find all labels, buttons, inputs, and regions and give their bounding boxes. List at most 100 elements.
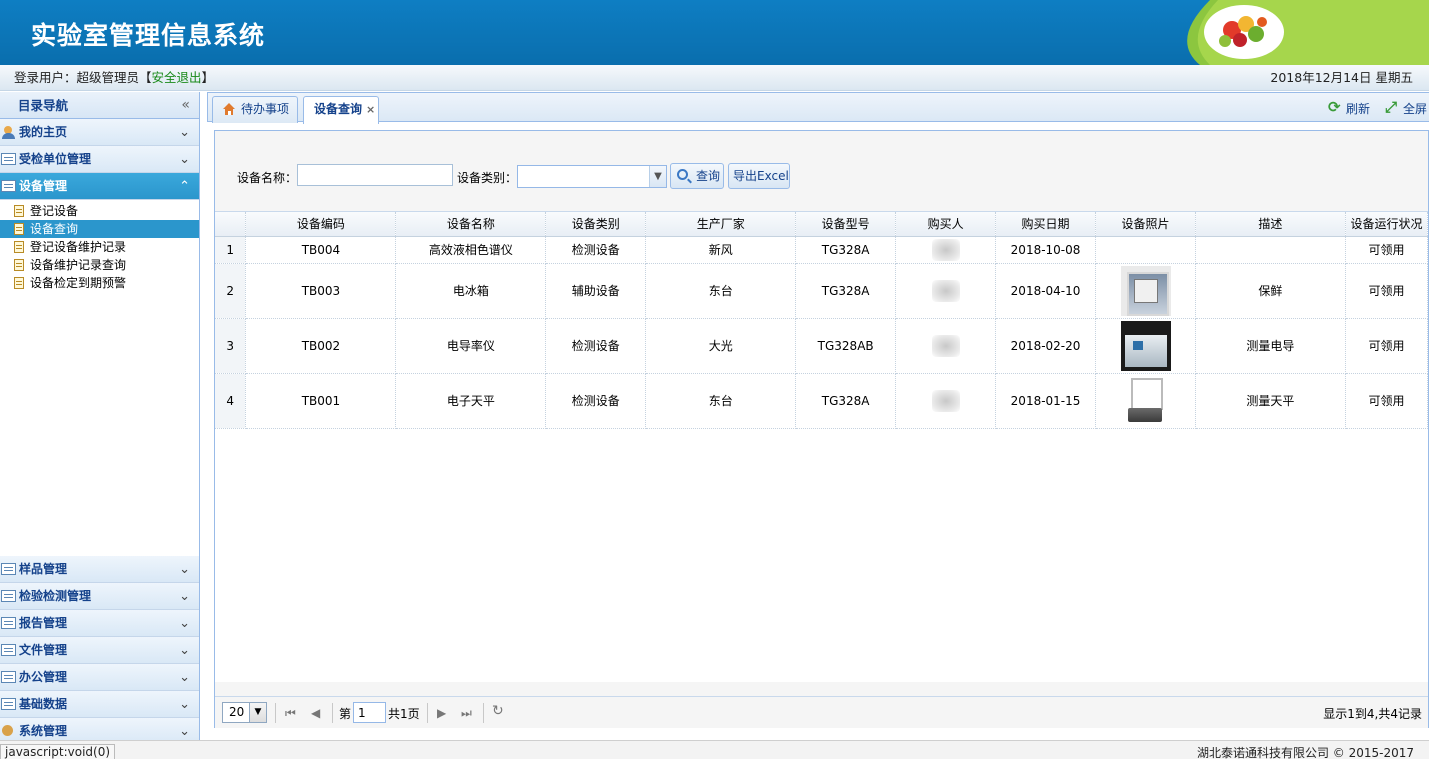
table-row[interactable]: 2 TB003 电冰箱 辅助设备 东台 TG328A 2018-04-10 保鲜… (215, 263, 1428, 319)
row-number: 2 (215, 263, 247, 319)
home-icon (223, 103, 235, 115)
column-header[interactable]: 生产厂家 (645, 212, 797, 237)
column-header[interactable]: 设备名称 (395, 212, 547, 237)
reload-icon[interactable]: ↻ (492, 703, 504, 719)
cell-status: 可领用 (1345, 373, 1428, 429)
chevron-down-icon: ⌄ (179, 589, 190, 604)
page-total: 共1页 (388, 707, 420, 721)
device-grid: 设备编码 设备名称 设备类别 生产厂家 设备型号 购买人 购买日期 设备照片 描… (215, 211, 1428, 682)
column-header[interactable]: 设备类别 (545, 212, 647, 237)
column-header[interactable]: 设备型号 (795, 212, 897, 237)
list-icon (1, 698, 16, 710)
menu-my-home[interactable]: 我的主页 ⌄ (0, 119, 199, 146)
cell-maker: 新风 (645, 236, 797, 264)
refresh-button[interactable]: ⟳ 刷新 (1327, 98, 1370, 117)
document-icon (14, 259, 24, 271)
prev-page-icon[interactable]: ◀ (311, 705, 320, 721)
table-row[interactable]: 3 TB002 电导率仪 检测设备 大光 TG328AB 2018-02-20 … (215, 318, 1428, 374)
table-row[interactable]: 1 TB004 高效液相色谱仪 检测设备 新风 TG328A 2018-10-0… (215, 236, 1428, 264)
cell-photo (1095, 263, 1196, 319)
cell-desc: 保鲜 (1195, 263, 1346, 319)
cell-name: 电冰箱 (395, 263, 547, 319)
last-page-icon[interactable]: ⏭ (461, 705, 472, 721)
pager-separator (332, 703, 333, 723)
menu-basic-data[interactable]: 基础数据 ⌄ (0, 691, 199, 718)
search-button[interactable]: 查询 (670, 163, 724, 189)
document-icon (14, 277, 24, 289)
chevron-down-icon: ⌄ (179, 125, 190, 140)
column-header[interactable]: 描述 (1195, 212, 1346, 237)
conductivity-meter-photo[interactable] (1120, 320, 1171, 371)
menu-sample-management[interactable]: 样品管理 ⌄ (0, 556, 199, 583)
tab-label: 待办事项 (241, 102, 290, 116)
next-page-icon[interactable]: ▶ (437, 705, 446, 721)
page-number-input[interactable] (353, 702, 386, 723)
menu-label: 报告管理 (19, 616, 68, 630)
menu-office-management[interactable]: 办公管理 ⌄ (0, 664, 199, 691)
submenu-register-maintenance[interactable]: 登记设备维护记录 (0, 238, 199, 256)
tab-todo[interactable]: 待办事项 (212, 96, 298, 123)
cell-code: TB001 (245, 373, 397, 429)
cell-desc (1195, 236, 1346, 264)
login-suffix: 】 (201, 70, 215, 85)
column-header[interactable]: 设备运行状况 (1345, 212, 1428, 237)
menu-device-management[interactable]: 设备管理 ⌃ (0, 173, 199, 200)
column-header[interactable]: 设备编码 (245, 212, 397, 237)
device-table: 设备编码 设备名称 设备类别 生产厂家 设备型号 购买人 购买日期 设备照片 描… (215, 212, 1428, 429)
submenu-maintenance-query[interactable]: 设备维护记录查询 (0, 256, 199, 274)
table-row[interactable]: 4 TB001 电子天平 检测设备 东台 TG328A 2018-01-15 测… (215, 373, 1428, 429)
submenu-label: 设备查询 (30, 222, 79, 236)
first-page-icon[interactable]: ⏮ (285, 705, 296, 721)
menu-report-management[interactable]: 报告管理 ⌄ (0, 610, 199, 637)
login-info: 登录用户：超级管理员【安全退出】 (14, 65, 214, 91)
close-icon[interactable]: × (366, 97, 375, 122)
device-name-label: 设备名称： (237, 171, 298, 185)
cell-category: 检测设备 (545, 318, 647, 374)
fullscreen-button[interactable]: ⤢ 全屏 (1385, 98, 1427, 117)
device-type-select[interactable]: ▼ (517, 165, 667, 188)
device-name-input[interactable] (297, 164, 453, 186)
redacted-buyer (931, 389, 960, 412)
chevron-down-icon[interactable]: ▼ (249, 703, 266, 722)
page-size-select[interactable]: 20 ▼ (222, 702, 267, 723)
submenu-label: 登记设备 (30, 204, 79, 218)
refresh-icon: ⟳ (1327, 98, 1341, 116)
redacted-buyer (931, 334, 960, 357)
logout-link[interactable]: 安全退出 (152, 70, 202, 85)
column-header[interactable]: 设备照片 (1095, 212, 1196, 237)
row-number: 1 (215, 236, 247, 264)
chevron-down-icon[interactable]: ▼ (649, 166, 666, 187)
menu-inspected-units[interactable]: 受检单位管理 ⌄ (0, 146, 199, 173)
tab-bar: 待办事项 设备查询 × ⟳ 刷新 ⤢ 全屏 (207, 92, 1429, 124)
tab-label: 设备查询 (314, 102, 363, 116)
cell-buyer (895, 236, 997, 264)
submenu-calibration-warning[interactable]: 设备检定到期预警 (0, 274, 199, 292)
cell-desc: 测量天平 (1195, 373, 1346, 429)
menu-inspection-management[interactable]: 检验检测管理 ⌄ (0, 583, 199, 610)
chevron-up-icon: ⌃ (179, 179, 190, 194)
submenu-register-device[interactable]: 登记设备 (0, 202, 199, 220)
submenu-device-query[interactable]: 设备查询 (0, 220, 199, 238)
cell-buyer (895, 263, 997, 319)
cell-date: 2018-01-15 (995, 373, 1097, 429)
cell-date: 2018-04-10 (995, 263, 1097, 319)
fruit-logo-icon (1187, 0, 1429, 65)
collapse-sidebar-icon[interactable]: « (181, 92, 190, 119)
login-user-label: 登录用户：超级管理员【 (14, 70, 152, 85)
cell-category: 检测设备 (545, 236, 647, 264)
redacted-buyer (931, 279, 960, 302)
column-header[interactable]: 购买人 (895, 212, 997, 237)
document-icon (14, 223, 24, 235)
balance-photo[interactable] (1120, 375, 1171, 426)
cell-photo (1095, 318, 1196, 374)
tab-device-query[interactable]: 设备查询 × (303, 96, 379, 124)
user-icon (1, 126, 16, 139)
export-excel-button[interactable]: 导出Excel (728, 163, 790, 189)
menu-label: 检验检测管理 (19, 589, 92, 603)
menu-file-management[interactable]: 文件管理 ⌄ (0, 637, 199, 664)
menu-label: 设备管理 (19, 179, 68, 193)
gear-icon (1, 725, 16, 737)
column-header[interactable]: 购买日期 (995, 212, 1097, 237)
search-button-label: 查询 (696, 169, 721, 183)
refrigerator-photo[interactable] (1120, 265, 1171, 316)
